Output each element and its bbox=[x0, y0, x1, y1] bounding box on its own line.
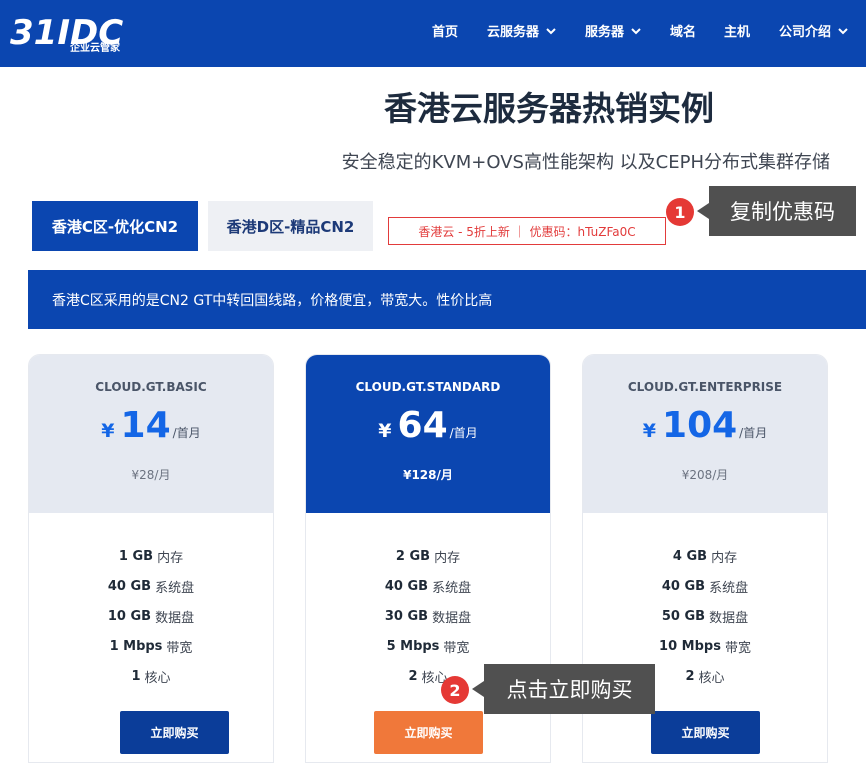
plan-price: ¥ 14 /首月 bbox=[29, 405, 273, 446]
original-price: ¥208/月 bbox=[681, 468, 729, 482]
logo-subtext: 企业云管家 bbox=[69, 41, 121, 53]
step-1-badge: 1 bbox=[666, 198, 694, 226]
spec-value: 1 Mbps bbox=[109, 638, 163, 654]
spec-cores: 1 核心 bbox=[29, 661, 273, 691]
spec-value: 40 GB bbox=[661, 578, 706, 594]
spec-value: 1 bbox=[131, 668, 141, 684]
spec-system-disk: 40 GB 系统盘 bbox=[583, 571, 827, 601]
plan-price: ¥ 104 /首月 bbox=[583, 405, 827, 446]
buy-now-button[interactable]: 立即购买 bbox=[374, 711, 483, 754]
spec-unit: 带宽 bbox=[724, 640, 751, 656]
nav-hosting-label: 主机 bbox=[724, 25, 751, 40]
nav-domains[interactable]: 域名 bbox=[670, 21, 696, 40]
spec-unit: 数据盘 bbox=[432, 610, 472, 626]
zone-info-banner: 香港C区采用的是CN2 GT中转回国线路，价格便宜，带宽大。性价比高 bbox=[28, 270, 866, 329]
plan-name: CLOUD.GT.BASIC bbox=[95, 380, 207, 394]
nav-servers[interactable]: 服务器 bbox=[585, 21, 642, 40]
step-2-badge: 2 bbox=[441, 676, 469, 704]
price-period: /首月 bbox=[449, 426, 478, 440]
nav-hosting[interactable]: 主机 bbox=[724, 21, 750, 40]
site-header: 31IDC 企业云管家 首页 云服务器 服务器 域名 主机 公司介绍 bbox=[0, 0, 866, 67]
spec-bandwidth: 10 Mbps 带宽 bbox=[583, 631, 827, 661]
spec-bandwidth: 1 Mbps 带宽 bbox=[29, 631, 273, 661]
spec-value: 40 GB bbox=[107, 578, 152, 594]
price-amount: 14 bbox=[120, 405, 171, 446]
tab-hk-d-zone[interactable]: 香港D区-精品CN2 bbox=[208, 201, 373, 251]
spec-value: 50 GB bbox=[661, 608, 706, 624]
price-period: /首月 bbox=[172, 426, 201, 440]
nav-about-label: 公司介绍 bbox=[779, 25, 832, 40]
nav-cloud-servers-label: 云服务器 bbox=[487, 25, 540, 40]
spec-memory: 1 GB 内存 bbox=[29, 541, 273, 571]
price-amount: 104 bbox=[662, 405, 738, 446]
spec-value: 40 GB bbox=[384, 578, 429, 594]
spec-unit: 数据盘 bbox=[155, 610, 195, 626]
nav-cloud-servers[interactable]: 云服务器 bbox=[487, 21, 557, 40]
spec-unit: 带宽 bbox=[443, 640, 470, 656]
nav-servers-label: 服务器 bbox=[585, 25, 625, 40]
spec-unit: 核心 bbox=[698, 670, 725, 686]
tab-hk-c-zone[interactable]: 香港C区-优化CN2 bbox=[32, 201, 198, 251]
plan-price: ¥ 64 /首月 bbox=[306, 405, 550, 446]
buy-now-button[interactable]: 立即购买 bbox=[120, 711, 229, 754]
chevron-down-icon bbox=[838, 27, 848, 34]
original-price: ¥28/月 bbox=[131, 468, 171, 482]
step-1-callout: 复制优惠码 bbox=[697, 186, 856, 236]
spec-system-disk: 40 GB 系统盘 bbox=[29, 571, 273, 601]
plan-card-basic: CLOUD.GT.BASIC ¥ 14 /首月 ¥28/月 1 GB 内存 40 … bbox=[28, 354, 274, 763]
spec-value: 2 bbox=[685, 668, 695, 684]
spec-value: 2 bbox=[408, 668, 418, 684]
spec-unit: 系统盘 bbox=[432, 580, 472, 596]
plan-name: CLOUD.GT.ENTERPRISE bbox=[627, 380, 783, 394]
spec-unit: 数据盘 bbox=[709, 610, 749, 626]
spec-value: 2 GB bbox=[395, 548, 431, 564]
page-title: 香港云服务器热销实例 bbox=[384, 89, 714, 128]
spec-unit: 内存 bbox=[434, 550, 461, 566]
logo[interactable]: 31IDC 企业云管家 bbox=[10, 11, 135, 53]
spec-value: 5 Mbps bbox=[386, 638, 440, 654]
spec-value: 4 GB bbox=[672, 548, 708, 564]
price-period: /首月 bbox=[739, 426, 768, 440]
spec-value: 1 GB bbox=[118, 548, 154, 564]
step-2-callout: 点击立即购买 bbox=[472, 664, 655, 714]
currency-symbol: ¥ bbox=[101, 420, 115, 442]
plan-card-header: CLOUD.GT.BASIC ¥ 14 /首月 ¥28/月 bbox=[29, 355, 273, 513]
spec-system-disk: 40 GB 系统盘 bbox=[306, 571, 550, 601]
spec-unit: 核心 bbox=[144, 670, 171, 686]
chevron-down-icon bbox=[631, 27, 641, 34]
spec-value: 30 GB bbox=[384, 608, 429, 624]
plan-name: CLOUD.GT.STANDARD bbox=[355, 380, 501, 394]
nav-home[interactable]: 首页 bbox=[432, 21, 458, 40]
spec-data-disk: 10 GB 数据盘 bbox=[29, 601, 273, 631]
spec-unit: 带宽 bbox=[166, 640, 193, 656]
spec-value: 10 Mbps bbox=[659, 638, 721, 654]
currency-symbol: ¥ bbox=[642, 420, 657, 442]
spec-unit: 系统盘 bbox=[709, 580, 749, 596]
chevron-down-icon bbox=[546, 27, 556, 34]
spec-memory: 4 GB 内存 bbox=[583, 541, 827, 571]
buy-now-button[interactable]: 立即购买 bbox=[651, 711, 760, 754]
spec-list: 1 GB 内存 40 GB 系统盘 10 GB 数据盘 1 Mbps 带宽 1 核心 bbox=[29, 541, 273, 691]
plan-card-header: CLOUD.GT.STANDARD ¥ 64 /首月 ¥128/月 bbox=[306, 355, 550, 513]
plan-card-header: CLOUD.GT.ENTERPRISE ¥ 104 /首月 ¥208/月 bbox=[583, 355, 827, 513]
spec-unit: 内存 bbox=[157, 550, 184, 566]
spec-bandwidth: 5 Mbps 带宽 bbox=[306, 631, 550, 661]
promo-code-box[interactable]: 香港云 - 5折上新 ｜ 优惠码：hTuZFa0C bbox=[388, 217, 666, 245]
spec-unit: 内存 bbox=[711, 550, 738, 566]
original-price: ¥128/月 bbox=[403, 468, 453, 482]
page-subtitle: 安全稳定的KVM+OVS高性能架构 以及CEPH分布式集群存储 bbox=[341, 152, 830, 173]
nav-domains-label: 域名 bbox=[670, 25, 697, 40]
price-amount: 64 bbox=[397, 405, 448, 446]
currency-symbol: ¥ bbox=[378, 420, 392, 442]
spec-data-disk: 30 GB 数据盘 bbox=[306, 601, 550, 631]
spec-data-disk: 50 GB 数据盘 bbox=[583, 601, 827, 631]
spec-value: 10 GB bbox=[107, 608, 152, 624]
spec-unit: 系统盘 bbox=[155, 580, 195, 596]
spec-memory: 2 GB 内存 bbox=[306, 541, 550, 571]
nav-home-label: 首页 bbox=[432, 25, 459, 40]
nav-about[interactable]: 公司介绍 bbox=[779, 21, 849, 40]
